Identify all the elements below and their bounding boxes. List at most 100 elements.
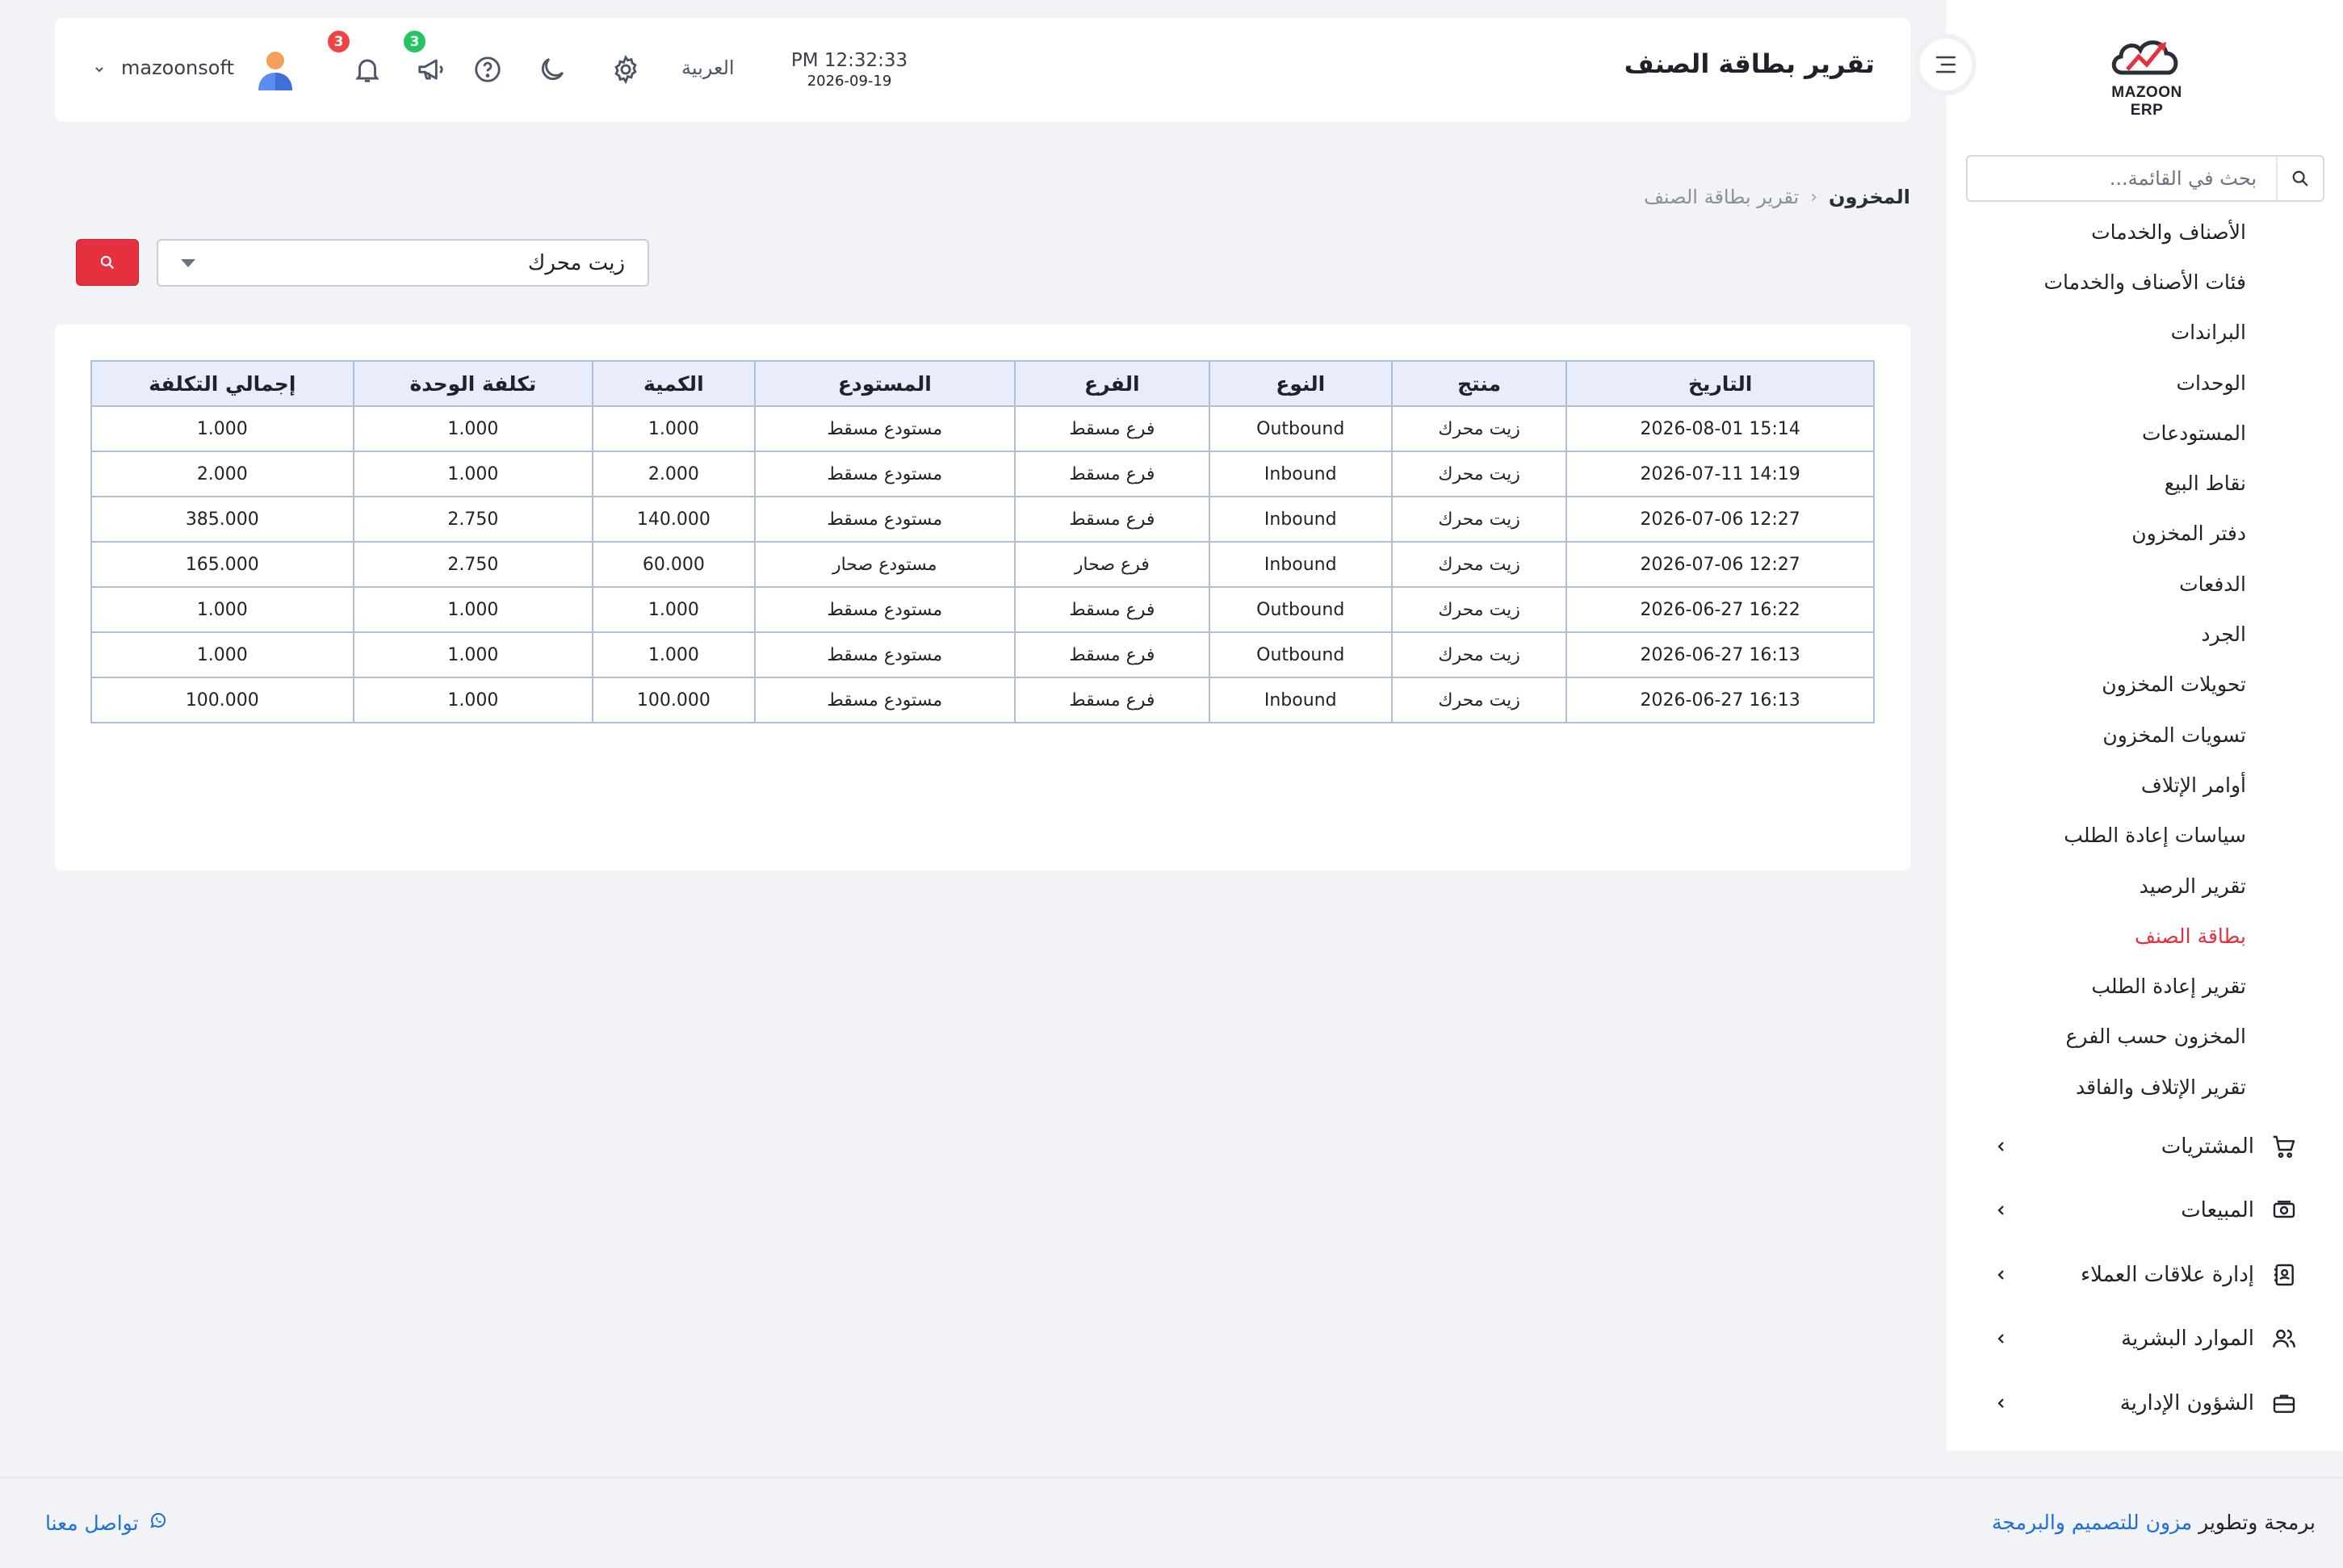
cell-date: 16:13 2026-06-27	[1565, 631, 1875, 678]
notifications-bell-icon[interactable]	[350, 52, 385, 87]
sidebar-search-input[interactable]	[1968, 157, 2276, 200]
search-icon[interactable]	[2276, 157, 2323, 200]
column-header-quantity[interactable]: الكمية	[592, 360, 756, 407]
briefcase-icon	[2270, 1390, 2298, 1417]
sidebar-group-sales[interactable]: المبيعات	[1947, 1179, 2343, 1243]
sidebar-item-reorder-policies[interactable]: سياسات إعادة الطلب	[1947, 811, 2343, 861]
contact-us-label: تواصل معنا	[45, 1511, 139, 1535]
cell-warehouse: مستودع مسقط	[753, 405, 1016, 452]
cell-product: زيت محرك	[1390, 677, 1568, 723]
cell-warehouse: مستودع مسقط	[753, 677, 1016, 723]
cell-total-cost: 1.000	[90, 586, 354, 633]
announcements-megaphone-icon[interactable]	[413, 52, 449, 87]
sidebar-item-categories[interactable]: فئات الأصناف والخدمات	[1947, 257, 2343, 307]
column-header-date[interactable]: التاريخ	[1565, 360, 1875, 407]
cell-unit-cost: 1.000	[352, 405, 594, 452]
sidebar-item-disposal-orders[interactable]: أوامر الإتلاف	[1947, 760, 2343, 810]
sidebar-search	[1966, 155, 2324, 202]
search-icon	[100, 255, 114, 269]
breadcrumb-current: تقرير بطاقة الصنف	[1644, 186, 1800, 208]
sidebar-item-balance-report[interactable]: تقرير الرصيد	[1947, 861, 2343, 911]
product-select-value: زيت محرك	[527, 250, 625, 275]
footer-credit-text: برمجة وتطوير	[2198, 1511, 2316, 1534]
cell-product: زيت محرك	[1390, 496, 1568, 543]
sidebar-group-admin[interactable]: الشؤون الإدارية	[1947, 1371, 2343, 1436]
sidebar-toggle-button[interactable]	[1915, 34, 1976, 95]
table-header-row: التاريخ منتج النوع الفرع المستودع الكمية…	[90, 360, 1875, 407]
user-avatar[interactable]	[257, 50, 294, 92]
sidebar-item-warehouses[interactable]: المستودعات	[1947, 408, 2343, 458]
chevron-left-icon: ‹	[1810, 187, 1818, 208]
sidebar-item-stock-ledger[interactable]: دفتر المخزون	[1947, 509, 2343, 559]
cell-branch: فرع مسقط	[1014, 496, 1210, 543]
cell-branch: فرع مسقط	[1014, 405, 1210, 452]
whatsapp-icon	[149, 1511, 168, 1535]
footer-credit-link[interactable]: مزون للتصميم والبرمجة	[1992, 1511, 2192, 1534]
sidebar-group-label: المشتريات	[2161, 1134, 2254, 1159]
chevron-left-icon	[1992, 1329, 2011, 1348]
language-switch[interactable]: العربية	[681, 57, 735, 79]
cell-date: 14:19 2026-07-11	[1565, 451, 1875, 497]
sidebar-group-hr[interactable]: الموارد البشرية	[1947, 1307, 2343, 1372]
menu-icon	[1935, 56, 1956, 73]
page-title: تقرير بطاقة الصنف	[1624, 48, 1875, 79]
username-label[interactable]: mazoonsoft	[121, 57, 234, 79]
sidebar-item-items-services[interactable]: الأصناف والخدمات	[1947, 207, 2343, 257]
sidebar-item-stock-by-branch[interactable]: المخزون حسب الفرع	[1947, 1012, 2343, 1062]
sidebar-item-transfers[interactable]: تحويلات المخزون	[1947, 660, 2343, 710]
cell-warehouse: مستودع مسقط	[753, 451, 1016, 497]
cell-warehouse: مستودع مسقط	[753, 496, 1016, 543]
cell-type: Inbound	[1208, 496, 1393, 543]
top-header: تقرير بطاقة الصنف PM 12:32:33 2026-09-19…	[55, 18, 1910, 122]
column-header-warehouse[interactable]: المستودع	[753, 360, 1016, 407]
cell-total-cost: 1.000	[90, 405, 354, 452]
sidebar-group-crm[interactable]: إدارة علاقات العملاء	[1947, 1243, 2343, 1307]
cell-branch: فرع صحار	[1014, 541, 1210, 588]
cell-unit-cost: 1.000	[352, 631, 594, 678]
cell-quantity: 1.000	[592, 631, 756, 678]
cash-icon	[2270, 1197, 2298, 1224]
cell-type: Outbound	[1208, 405, 1393, 452]
cell-total-cost: 100.000	[90, 677, 354, 723]
column-header-unit-cost[interactable]: تكلفة الوحدة	[352, 360, 594, 407]
caret-down-icon	[181, 258, 195, 267]
column-header-type[interactable]: النوع	[1208, 360, 1393, 407]
cell-unit-cost: 2.750	[352, 496, 594, 543]
cell-type: Inbound	[1208, 451, 1393, 497]
cell-date: 16:13 2026-06-27	[1565, 677, 1875, 723]
cell-quantity: 140.000	[592, 496, 756, 543]
sidebar-item-reorder-report[interactable]: تقرير إعادة الطلب	[1947, 961, 2343, 1011]
sidebar-item-item-card[interactable]: بطاقة الصنف	[1947, 911, 2343, 961]
breadcrumb-home[interactable]: المخزون	[1829, 186, 1910, 208]
chevron-down-icon[interactable]	[94, 63, 105, 78]
column-header-product[interactable]: منتج	[1390, 360, 1568, 407]
column-header-branch[interactable]: الفرع	[1014, 360, 1210, 407]
cell-date: 16:22 2026-06-27	[1565, 586, 1875, 633]
cell-unit-cost: 1.000	[352, 451, 594, 497]
dark-mode-moon-icon[interactable]	[534, 52, 570, 87]
sidebar-item-adjustments[interactable]: تسويات المخزون	[1947, 710, 2343, 760]
table-row: 16:13 2026-06-27 زيت محرك Inbound فرع مس…	[90, 677, 1875, 723]
search-button[interactable]	[76, 239, 139, 286]
settings-gear-icon[interactable]	[608, 52, 643, 87]
sidebar-item-pos[interactable]: نقاط البيع	[1947, 458, 2343, 508]
cell-quantity: 2.000	[592, 451, 756, 497]
sidebar-item-brands[interactable]: البراندات	[1947, 308, 2343, 358]
contact-us-link[interactable]: تواصل معنا	[45, 1511, 168, 1535]
announcements-count-badge: 3	[404, 31, 425, 52]
product-select[interactable]: زيت محرك	[157, 239, 649, 287]
sidebar-group-purchases[interactable]: المشتريات	[1947, 1114, 2343, 1179]
sidebar-item-units[interactable]: الوحدات	[1947, 358, 2343, 408]
cell-warehouse: مستودع مسقط	[753, 631, 1016, 678]
cell-type: Outbound	[1208, 586, 1393, 633]
sidebar-item-batches[interactable]: الدفعات	[1947, 559, 2343, 609]
help-question-icon[interactable]	[470, 52, 505, 87]
contacts-icon	[2270, 1261, 2298, 1289]
notifications-count-badge: 3	[328, 31, 350, 52]
cell-total-cost: 165.000	[90, 541, 354, 588]
brand-logo[interactable]: MAZOON ERP	[2094, 32, 2199, 119]
sidebar-item-disposal-report[interactable]: تقرير الإتلاف والفاقد	[1947, 1062, 2343, 1112]
column-header-total-cost[interactable]: إجمالي التكلفة	[90, 360, 354, 407]
cell-branch: فرع مسقط	[1014, 451, 1210, 497]
sidebar-item-stocktake[interactable]: الجرد	[1947, 609, 2343, 659]
